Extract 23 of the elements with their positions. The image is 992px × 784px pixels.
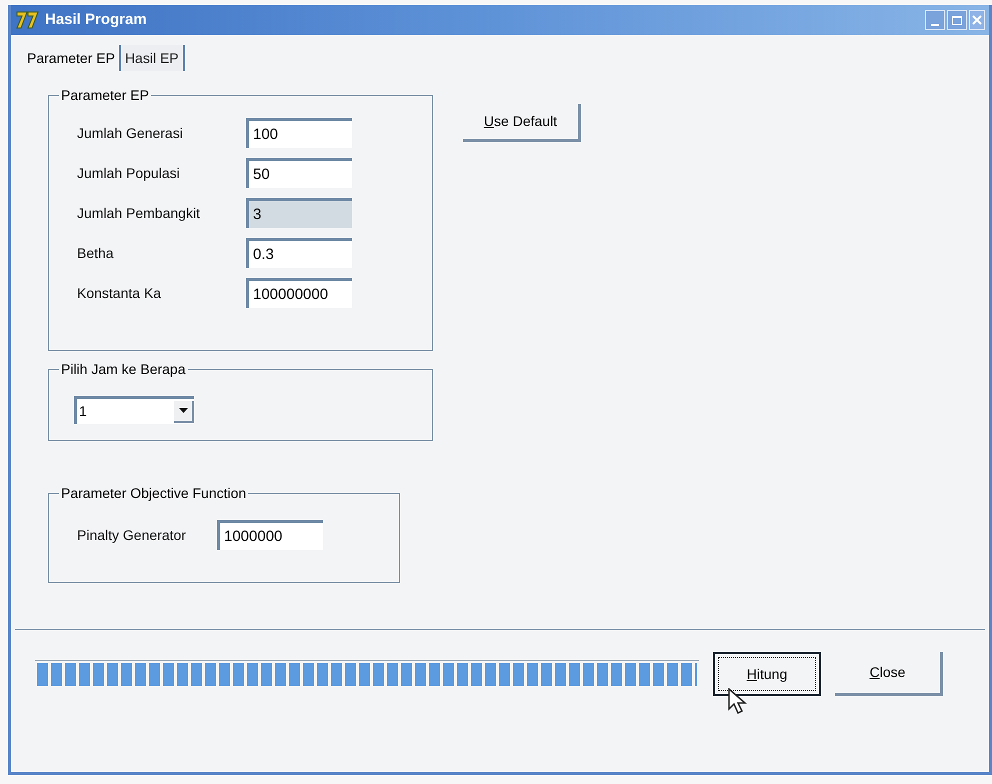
field-label: Jumlah Generasi [77, 124, 184, 142]
field-label: Konstanta Ka [77, 284, 162, 302]
input-field[interactable]: 100000000 [246, 278, 352, 308]
input-field[interactable]: 0.3 [246, 238, 352, 268]
input-field[interactable]: 100 [246, 118, 352, 148]
maximize-icon[interactable] [947, 10, 967, 30]
window-title: Hasil Program [45, 10, 147, 30]
close-icon[interactable] [969, 10, 985, 30]
field-label: Betha [77, 244, 115, 262]
use-default-button[interactable]: Use Default [463, 104, 581, 142]
field-label: Jumlah Populasi [77, 164, 181, 183]
field-label: Pinalty Generator [77, 526, 187, 545]
minimize-icon[interactable] [925, 10, 945, 30]
dialog-button[interactable]: Hitung [713, 652, 821, 696]
hour-dropdown[interactable]: 1 [74, 396, 194, 424]
tab[interactable]: Hasil EP [120, 45, 185, 71]
dialog-button[interactable]: Close [835, 652, 943, 696]
dropdown-value: 1 [78, 402, 87, 421]
app-logo-icon [15, 9, 41, 31]
input-field[interactable]: 1000000 [217, 520, 323, 550]
field-label: Jumlah Pembangkit [77, 204, 201, 223]
input-field[interactable]: 50 [246, 158, 352, 188]
mouse-cursor-icon [728, 688, 750, 716]
